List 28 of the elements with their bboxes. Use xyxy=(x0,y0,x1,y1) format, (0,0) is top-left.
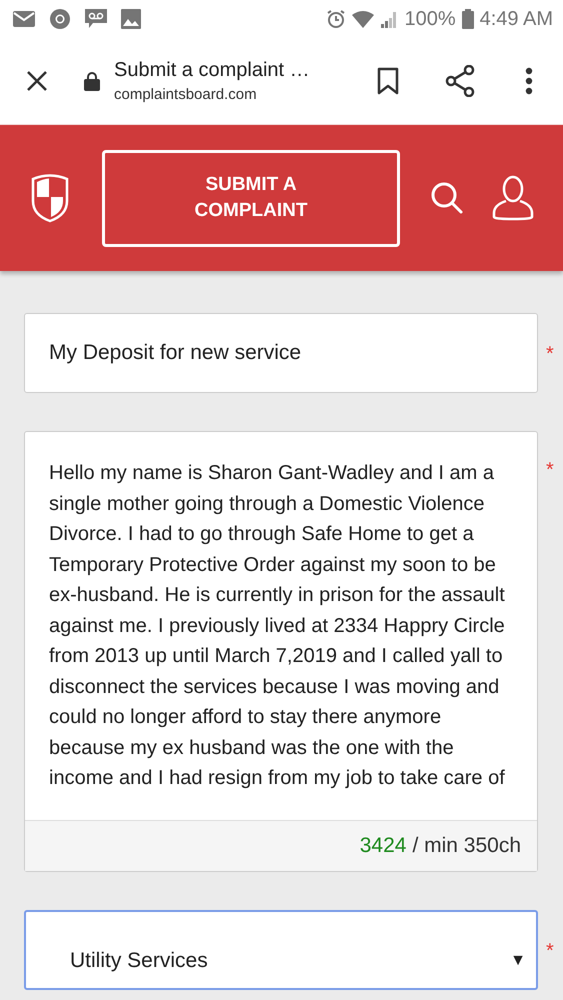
lock-icon xyxy=(84,71,100,91)
search-icon[interactable] xyxy=(430,181,464,215)
image-icon xyxy=(121,9,141,29)
close-icon[interactable] xyxy=(26,70,48,92)
page-url: complaintsboard.com xyxy=(114,86,258,103)
category-select[interactable]: Utility Services ▼ xyxy=(24,910,538,990)
battery-percent: 100% xyxy=(404,8,456,30)
clock-time: 4:49 AM xyxy=(480,8,553,30)
required-mark: * xyxy=(546,940,554,963)
alarm-icon xyxy=(326,9,346,29)
required-mark: * xyxy=(546,343,554,366)
share-icon[interactable] xyxy=(445,65,475,97)
signal-icon xyxy=(380,10,398,28)
user-icon[interactable] xyxy=(492,175,534,221)
battery-icon xyxy=(462,9,474,29)
mail-icon xyxy=(13,11,35,27)
submit-complaint-button[interactable]: SUBMIT A COMPLAINT xyxy=(102,150,400,246)
page-title: Submit a complaint … xyxy=(114,59,311,82)
browser-icon xyxy=(49,8,71,30)
voicemail-icon xyxy=(85,9,107,29)
character-counter: 3424 / min 350ch xyxy=(25,820,537,871)
description-field[interactable]: Hello my name is Sharon Gant-Wadley and I am a single mother going through a Domestic Violence Divorce. I had to go through Safe Home to get a Temporary Protective Order against my soon to be ex-husband. He is currently in prison for the assault against me. I previously lived at 2334 Happry Circle from 2013 up until March 7,2019 and I called yall to disconnect the services because I was moving and could no longer afford to stay there anymore because my ex husband was the one with the income and I had resign from my job to take care of xyxy=(25,432,537,820)
subject-field[interactable]: My Deposit for new service xyxy=(24,313,538,393)
required-mark: * xyxy=(546,459,554,482)
shield-logo-icon[interactable] xyxy=(30,173,70,223)
bookmark-icon[interactable] xyxy=(377,67,399,95)
wifi-icon xyxy=(352,10,374,28)
more-icon[interactable] xyxy=(525,67,533,95)
